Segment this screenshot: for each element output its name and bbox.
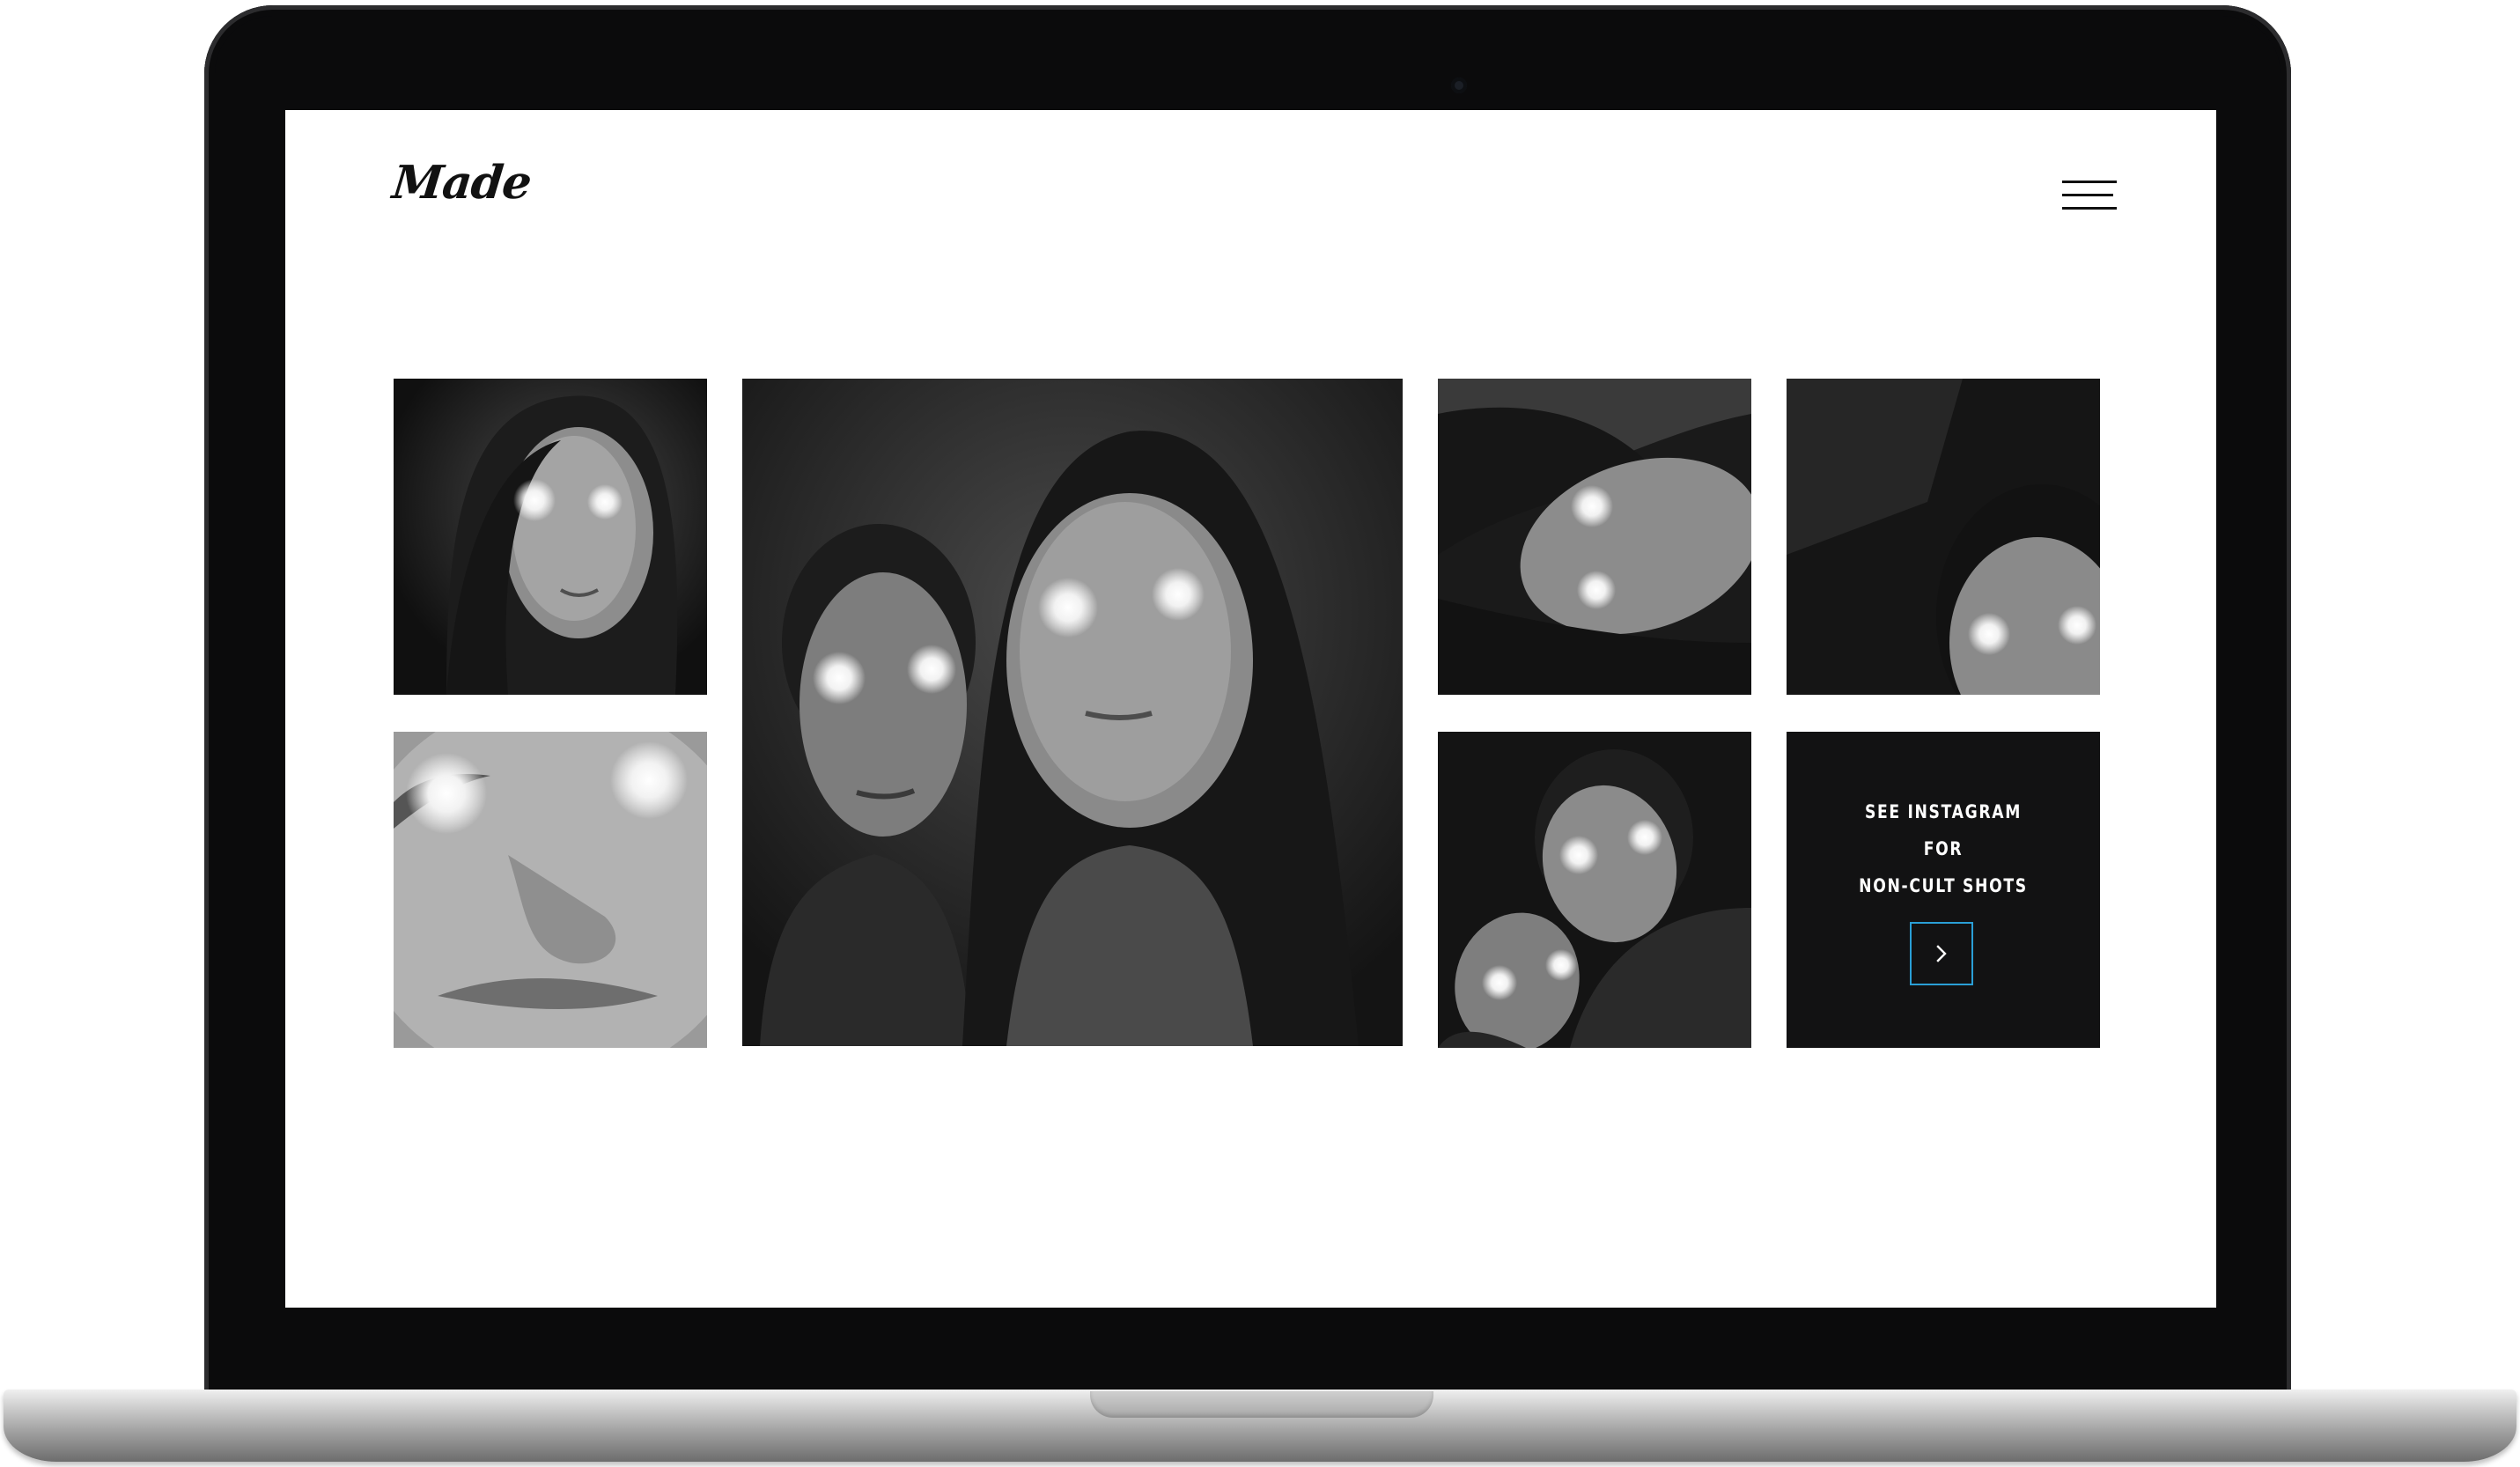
- gallery-tile-woman[interactable]: [394, 379, 707, 695]
- gallery-tile-face-closeup[interactable]: [394, 732, 707, 1048]
- man-and-woman-photo: [742, 379, 1403, 1046]
- webcam: [1451, 77, 1467, 93]
- gallery-tile-woman-tilted[interactable]: [1438, 379, 1751, 695]
- gallery-tile-man[interactable]: [1787, 379, 2100, 695]
- chevron-right-icon: [1936, 945, 1947, 962]
- site-logo[interactable]: Made: [390, 156, 534, 210]
- website-screen: Made SEE INSTAGRAM FOR NON-CULT SHOTS: [285, 110, 2216, 1308]
- instagram-cta-tile: SEE INSTAGRAM FOR NON-CULT SHOTS: [1787, 732, 2100, 1048]
- woman-tilted-photo: [1438, 379, 1751, 695]
- two-men-photo: [1438, 732, 1751, 1048]
- instagram-cta-text: SEE INSTAGRAM FOR NON-CULT SHOTS: [1815, 793, 2072, 904]
- man-photo: [1787, 379, 2100, 695]
- gallery-tile-two-men[interactable]: [1438, 732, 1751, 1048]
- hamburger-menu-icon: [2062, 181, 2117, 183]
- cta-line-2: FOR: [1923, 838, 1964, 859]
- gallery-tile-man-and-woman[interactable]: [742, 379, 1403, 1046]
- face-closeup-photo: [394, 732, 707, 1048]
- cta-line-1: SEE INSTAGRAM: [1864, 801, 2023, 822]
- cta-line-3: NON-CULT SHOTS: [1859, 875, 2028, 896]
- menu-button[interactable]: [2062, 181, 2120, 221]
- laptop-opening-notch: [1090, 1391, 1433, 1418]
- instagram-arrow-button[interactable]: [1910, 922, 1973, 985]
- woman-photo: [394, 379, 707, 695]
